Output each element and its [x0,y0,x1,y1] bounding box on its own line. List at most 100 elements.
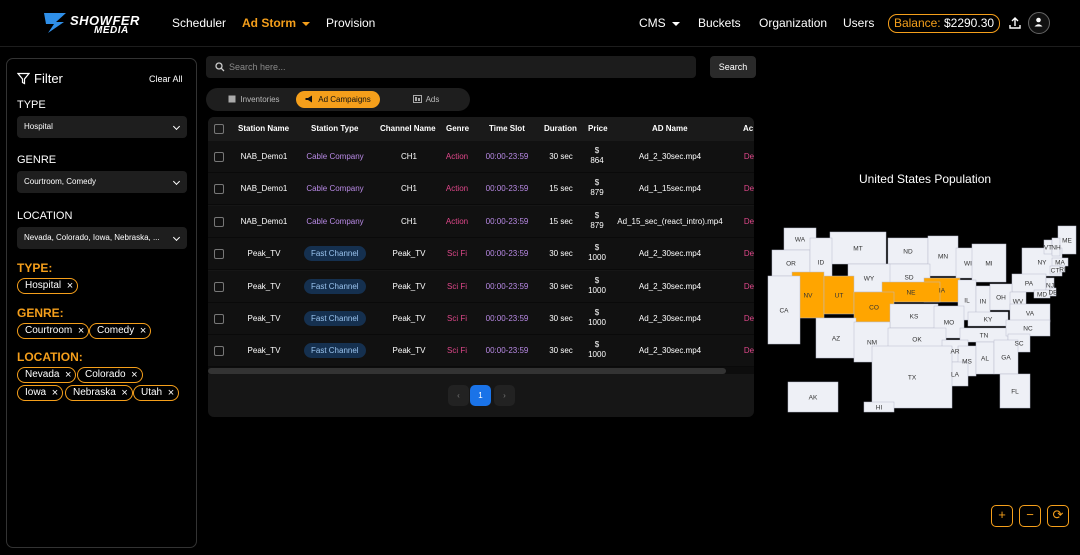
table-row[interactable]: Peak_TV Fast Channel Peak_TV Sci Fi 00:00-23… [208,238,754,271]
header-station-name[interactable]: Station Name [238,124,289,133]
header-actions[interactable]: Ac [743,124,753,133]
delete-action-link[interactable]: De [743,314,754,324]
chip-location-nebraska[interactable]: Nebraska × [65,385,133,401]
genre-select-value: Courtroom, Comedy [24,177,97,186]
delete-action-link[interactable]: De [743,346,754,356]
nav-buckets[interactable]: Buckets [698,16,741,30]
upload-icon[interactable] [1008,16,1022,30]
chip-genre-courtroom[interactable]: Courtroom × [17,323,90,339]
search-input[interactable] [229,56,689,78]
genre-select[interactable]: Courtroom, Comedy [17,171,187,193]
pagination-next-button[interactable]: › [494,385,515,406]
row-checkbox[interactable] [214,281,224,292]
close-icon[interactable]: × [52,386,58,400]
cell-price: 1000 [588,350,606,360]
tab-ads[interactable]: Ads [386,91,466,108]
user-avatar[interactable] [1028,12,1050,34]
nav-cms[interactable]: CMS [639,16,680,30]
state-label: VA [1026,311,1035,318]
row-checkbox[interactable] [214,346,224,357]
header-genre[interactable]: Genre [446,124,469,133]
row-checkbox[interactable] [214,152,224,162]
cell-ad-name: Ad_2_30sec.mp4 [638,346,702,356]
close-icon[interactable]: × [131,368,137,382]
scroll-thumb[interactable] [208,368,726,374]
table-row[interactable]: Peak_TV Fast Channel Peak_TV Sci Fi 00:00-23… [208,270,754,303]
header-station-type[interactable]: Station Type [311,124,358,133]
cell-station-name: NAB_Demo1 [240,184,288,194]
balance-label: Balance: [893,16,941,30]
chevron-down-icon [302,21,310,26]
header-price[interactable]: Price [588,124,608,133]
row-checkbox[interactable] [214,249,224,260]
chip-location-colorado[interactable]: Colorado × [77,367,143,383]
close-icon[interactable]: × [65,368,71,382]
delete-action-link[interactable]: De [743,249,754,259]
header-ad-name[interactable]: AD Name [652,124,688,133]
clear-all-button[interactable]: Clear All [149,74,183,84]
nav-organization[interactable]: Organization [759,16,827,30]
nav-provision[interactable]: Provision [326,16,375,30]
reset-map-button[interactable]: ⟳ [1047,505,1069,527]
close-icon[interactable]: × [140,324,146,338]
pagination-page-1[interactable]: 1 [470,385,491,406]
filter-title: Filter [34,71,63,86]
chip-location-utah[interactable]: Utah × [133,385,180,401]
tab-ad-campaigns[interactable]: Ad Campaigns [296,91,380,108]
select-all-checkbox[interactable] [214,124,224,134]
header-channel-name[interactable]: Channel Name [380,124,436,133]
search-button[interactable]: Search [710,56,756,78]
table-row[interactable]: NAB_Demo1 Cable Company CH1 Action 00:00-23:… [208,205,754,238]
close-icon[interactable]: × [121,386,127,400]
tab-inventories[interactable]: Inventories [214,91,294,108]
row-checkbox[interactable] [214,216,224,227]
close-icon[interactable]: × [67,279,73,293]
zoom-in-button[interactable]: + [991,505,1013,527]
chip-location-nevada[interactable]: Nevada × [17,367,77,383]
state-label: AK [809,395,818,402]
state-label: RI [1059,267,1066,274]
state-label: OR [786,261,796,268]
showfer-logo[interactable]: SHOWFER MEDIA [42,11,142,37]
row-checkbox[interactable] [214,184,224,195]
pagination-prev-button[interactable]: ‹ [448,385,469,406]
state-label: AR [950,349,959,356]
row-checkbox[interactable] [214,314,224,324]
table-row[interactable]: NAB_Demo1 Cable Company CH1 Action 00:00-23:… [208,173,754,206]
close-icon[interactable]: × [168,386,174,400]
cell-station-name: Peak_TV [247,281,281,291]
delete-action-link[interactable]: De [743,282,754,292]
horizontal-scrollbar[interactable] [208,367,754,374]
balance-badge[interactable]: Balance: $2290.30 [888,14,1000,33]
cell-ad-name: Ad_2_30sec.mp4 [638,249,702,259]
table-row[interactable]: Peak_TV Fast Channel Peak_TV Sci Fi 00:00-23… [208,303,754,335]
delete-action-link[interactable]: De [743,152,754,162]
station-type-badge: Fast Channel [304,246,366,262]
chip-location-iowa[interactable]: Iowa × [17,385,64,401]
state-label: MS [962,359,972,366]
chip-type-hospital[interactable]: Hospital × [17,278,79,294]
nav-scheduler[interactable]: Scheduler [172,16,226,30]
location-select-value: Nevada, Colorado, Iowa, Nebraska, ... [24,233,160,242]
zoom-out-button[interactable]: − [1019,505,1041,527]
close-icon[interactable]: × [78,324,84,338]
header-duration[interactable]: Duration [544,124,577,133]
cell-station-name: Peak_TV [247,346,281,356]
nav-users[interactable]: Users [843,16,874,30]
location-chips-title: LOCATION: [17,350,83,364]
header-time-slot[interactable]: Time Slot [489,124,525,133]
state-label: AL [981,356,989,363]
delete-action-link[interactable]: De [743,184,754,194]
chip-genre-comedy[interactable]: Comedy × [89,323,152,339]
us-population-map[interactable]: WAMT NDMNMEOR IDSDWI MI NYVT NHWYIANEPAMACT RI… [764,222,1080,414]
cell-channel-name: Peak_TV [392,281,426,291]
nav-ad-storm[interactable]: Ad Storm [242,16,310,30]
type-select[interactable]: Hospital [17,116,187,138]
table-row[interactable]: Peak_TV Fast Channel Peak_TV Sci Fi 00:00-23… [208,335,754,368]
cell-genre: Sci Fi [447,281,467,291]
delete-action-link[interactable]: De [743,217,754,227]
table-row[interactable]: NAB_Demo1 Cable Company CH1 Action 00:00-23:… [208,141,754,173]
cell-duration: 30 sec [549,346,573,356]
type-chips-title: TYPE: [17,261,53,275]
location-select[interactable]: Nevada, Colorado, Iowa, Nebraska, ... [17,227,187,249]
